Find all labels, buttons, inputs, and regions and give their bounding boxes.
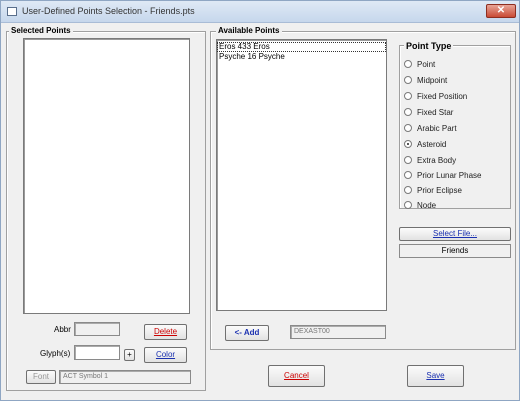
glyph-spin-label: +: [127, 350, 132, 359]
radio-node[interactable]: Node: [404, 199, 436, 211]
available-points-list[interactable]: Eros 433 Eros Psyche 16 Psyche: [216, 39, 387, 311]
glyph-spin-button[interactable]: +: [124, 349, 135, 361]
radio-arabic-part[interactable]: Arabic Part: [404, 122, 457, 134]
dialog-window: User-Defined Points Selection - Friends.…: [0, 0, 520, 401]
add-code-field: DEXAST00: [290, 325, 386, 339]
radio-fixed-position[interactable]: Fixed Position: [404, 90, 467, 102]
color-button[interactable]: Color: [144, 347, 187, 363]
list-item[interactable]: Psyche 16 Psyche: [217, 52, 386, 62]
radio-label: Node: [417, 200, 437, 210]
glyph-label: Glyph(s): [40, 349, 71, 358]
radio-button[interactable]: [404, 108, 412, 116]
radio-label: Prior Eclipse: [417, 185, 462, 195]
abbr-field[interactable]: [74, 322, 120, 336]
file-name-display: Friends: [399, 244, 511, 258]
select-file-label: Select File...: [432, 229, 477, 238]
save-button[interactable]: Save: [407, 365, 464, 387]
add-button-label: <- Add: [234, 328, 260, 337]
app-icon: [7, 7, 17, 16]
radio-button[interactable]: [404, 92, 412, 100]
title-bar: User-Defined Points Selection - Friends.…: [1, 1, 519, 23]
delete-button-label: Delete: [153, 327, 178, 336]
delete-button[interactable]: Delete: [144, 324, 187, 340]
radio-label: Arabic Part: [417, 123, 457, 133]
add-button[interactable]: <- Add: [225, 325, 269, 341]
radio-button[interactable]: [404, 156, 412, 164]
radio-point[interactable]: Point: [404, 58, 435, 70]
radio-button[interactable]: [404, 60, 412, 68]
abbr-label: Abbr: [54, 325, 71, 334]
radio-label: Asteroid: [417, 139, 447, 149]
close-icon: ✕: [496, 5, 506, 16]
selected-points-list[interactable]: [23, 38, 190, 314]
radio-label: Midpoint: [417, 75, 448, 85]
font-field: ACT Symbol 1: [59, 370, 191, 384]
radio-prior-lunar-phase[interactable]: Prior Lunar Phase: [404, 169, 481, 181]
radio-button[interactable]: [404, 124, 412, 132]
radio-button[interactable]: [404, 171, 412, 179]
cancel-button-label: Cancel: [284, 371, 309, 380]
available-points-title-text: Available Points: [218, 26, 280, 35]
radio-label: Prior Lunar Phase: [417, 170, 482, 180]
radio-label: Extra Body: [417, 155, 457, 165]
selected-points-title: Selected Points: [9, 26, 73, 35]
radio-asteroid[interactable]: Asteroid: [404, 138, 446, 150]
glyph-field[interactable]: [74, 345, 120, 360]
radio-label: Fixed Star: [417, 107, 454, 117]
cancel-button[interactable]: Cancel: [268, 365, 325, 387]
radio-button[interactable]: [404, 76, 412, 84]
save-button-label: Save: [426, 371, 445, 380]
radio-button[interactable]: [404, 201, 412, 209]
select-file-button[interactable]: Select File...: [399, 227, 511, 241]
list-item[interactable]: Eros 433 Eros: [217, 42, 386, 52]
point-type-title: Point Type: [404, 41, 454, 51]
radio-button[interactable]: [404, 186, 412, 194]
window-title: User-Defined Points Selection - Friends.…: [22, 6, 195, 16]
radio-button-checked[interactable]: [404, 140, 412, 148]
radio-label: Point: [417, 59, 436, 69]
color-button-label: Color: [155, 350, 176, 359]
radio-midpoint[interactable]: Midpoint: [404, 74, 447, 86]
radio-extra-body[interactable]: Extra Body: [404, 154, 456, 166]
radio-fixed-star[interactable]: Fixed Star: [404, 106, 453, 118]
radio-label: Fixed Position: [417, 91, 468, 101]
close-button[interactable]: ✕: [486, 4, 516, 18]
font-button-label: Font: [32, 372, 49, 381]
radio-prior-eclipse[interactable]: Prior Eclipse: [404, 184, 462, 196]
font-button[interactable]: Font: [26, 370, 56, 384]
available-points-title: Available Points: [216, 26, 282, 35]
